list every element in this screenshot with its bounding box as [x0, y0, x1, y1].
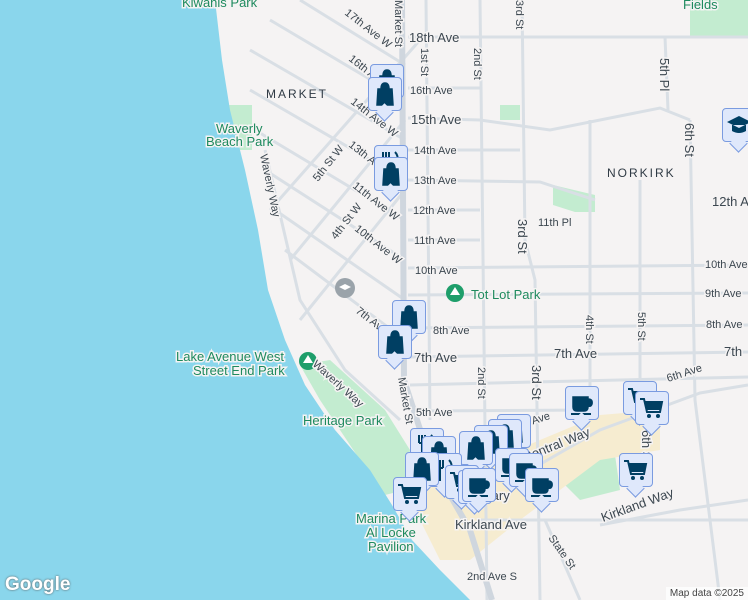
street-label: State St — [546, 533, 578, 572]
map-canvas[interactable]: MARKET NORKIRK Kiwanis Park Waverly Beac… — [0, 0, 748, 600]
street-label: 7th Ave — [414, 350, 457, 365]
park-label: Lake Avenue West — [176, 349, 284, 364]
park-label: Kiwanis Park — [182, 0, 258, 10]
street-label: 15th Ave — [411, 112, 461, 127]
park-label: Al Locke — [366, 525, 416, 540]
shopping-bag-icon — [386, 330, 404, 354]
street-label: Waverly Way — [257, 153, 282, 219]
street-label: 3rd St — [513, 0, 525, 29]
street-label: 4th St — [583, 315, 595, 344]
park-label: Beach Park — [206, 134, 274, 149]
school-marker[interactable] — [722, 108, 748, 142]
street-label: 5th St — [635, 312, 647, 341]
street-label: 18th Ave — [409, 30, 459, 45]
school-icon — [727, 116, 748, 133]
shopping-cart-marker[interactable] — [393, 477, 427, 511]
street-label: 10th Ave — [415, 265, 458, 277]
shopping-bag-marker[interactable] — [378, 325, 412, 359]
street-label: 16th Ave — [410, 85, 453, 97]
shopping-bag-marker[interactable] — [368, 77, 402, 111]
shopping-bag-marker[interactable] — [374, 157, 408, 191]
shopping-cart-icon — [624, 460, 648, 480]
park-label: Street End Park — [193, 363, 285, 378]
shopping-bag-icon — [376, 82, 394, 106]
street-label: Market St — [392, 0, 404, 47]
park-label: Tot Lot Park — [471, 287, 541, 302]
shopping-cart-marker[interactable] — [619, 453, 653, 487]
shopping-cart-icon — [398, 484, 422, 504]
map-attribution[interactable]: Map data ©2025 — [665, 587, 748, 600]
street-label: 6th Ave — [665, 362, 703, 385]
street-label: 12th Ave — [712, 194, 748, 209]
neighborhood-label: MARKET — [266, 87, 328, 101]
coffee-icon — [571, 396, 593, 415]
neighborhood-label: NORKIRK — [607, 166, 676, 180]
street-label: 17th Ave W — [342, 7, 394, 51]
park-label: Pavilion — [368, 539, 414, 554]
street-label: 5th St W — [311, 143, 347, 184]
street-label: 1st St — [418, 48, 430, 76]
street-label: 14th Ave — [414, 145, 457, 157]
coffee-marker[interactable] — [525, 468, 559, 502]
shopping-bag-marker[interactable] — [459, 431, 493, 465]
park-label: Heritage Park — [303, 413, 383, 428]
street-label: 7th Ave — [554, 346, 597, 361]
street-label: 11th Pl — [538, 217, 571, 229]
google-logo: Google — [5, 574, 71, 595]
coffee-icon — [531, 478, 553, 497]
shopping-cart-icon — [640, 398, 664, 418]
street-label: 3rd St — [515, 219, 530, 254]
street-label: 6th St — [682, 123, 697, 157]
street-label: 2nd St — [475, 367, 487, 399]
coffee-marker[interactable] — [462, 468, 496, 502]
shopping-bag-icon — [467, 436, 485, 460]
street-label: 2nd Ave S — [467, 571, 517, 583]
park-label: Fields — [683, 0, 718, 12]
street-label: 2nd St — [471, 48, 483, 80]
street-label: 10th Ave — [705, 259, 748, 271]
street-label: 8th Ave — [706, 319, 743, 331]
coffee-icon — [468, 478, 490, 497]
street-label: 8th Ave — [433, 325, 470, 337]
street-label: 12th Ave — [413, 205, 456, 217]
street-label: 5th Ave — [416, 407, 453, 419]
street-label: 3rd St — [529, 365, 544, 400]
street-label: 13th Ave — [414, 175, 457, 187]
shopping-bag-icon — [382, 162, 400, 186]
coffee-marker[interactable] — [565, 386, 599, 420]
street-label: 5th Pl — [657, 58, 672, 91]
street-label: Kirkland Ave — [455, 517, 527, 532]
street-label: 9th Ave — [705, 288, 742, 300]
street-label: 7th — [724, 344, 742, 359]
street-label: 11th Ave — [414, 235, 456, 247]
shopping-cart-marker[interactable] — [635, 391, 669, 425]
